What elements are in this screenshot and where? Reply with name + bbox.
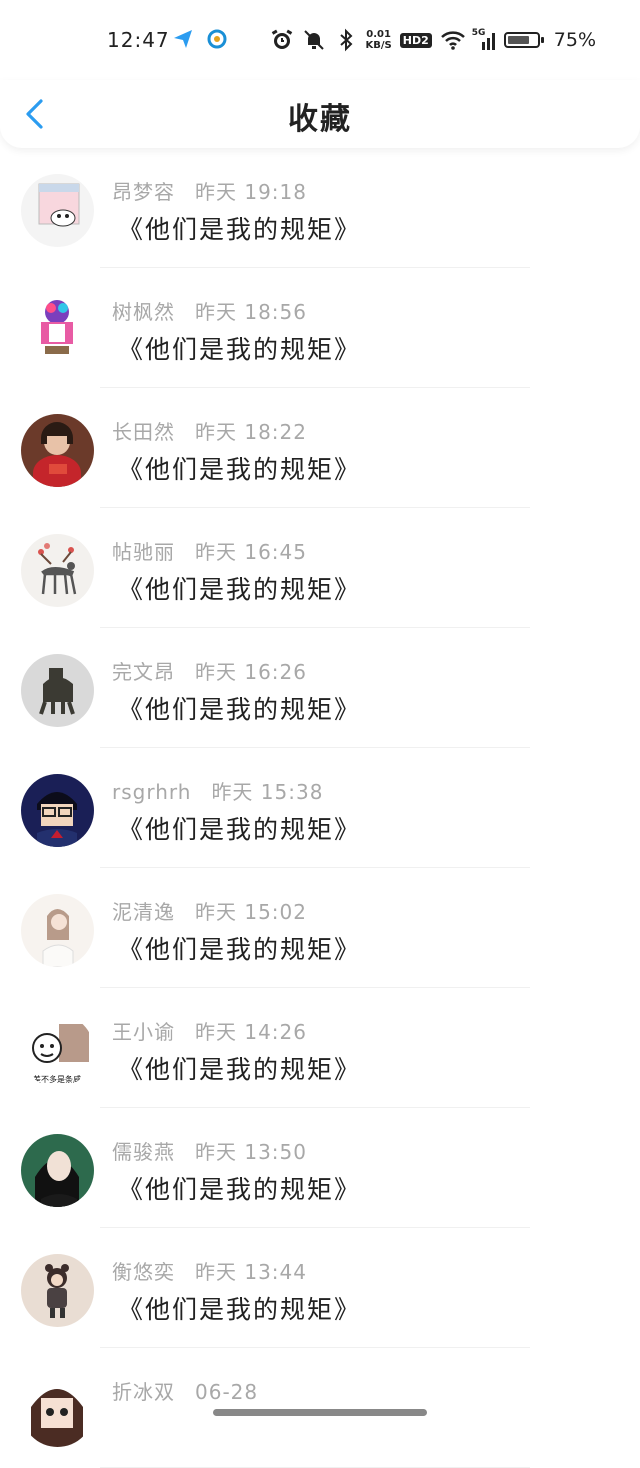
- item-meta: 衡悠奕 昨天 13:44: [112, 1256, 307, 1285]
- user-name: rsgrhrh: [112, 780, 192, 804]
- favorite-item[interactable]: 长田然 昨天 18:22 《他们是我的规矩》: [0, 388, 640, 508]
- status-right: 0.01 KB/S HD2 5G 75%: [270, 26, 596, 54]
- favorite-content: 《他们是我的规矩》: [118, 575, 362, 604]
- user-name: 王小谕: [112, 1020, 175, 1044]
- battery-icon: [503, 32, 544, 48]
- favorite-item[interactable]: 差不多是条咸 王小谕 昨天 14:26 《他们是我的规矩》: [0, 988, 640, 1108]
- user-name: 完文昂: [112, 660, 175, 684]
- timestamp: 06-28: [195, 1380, 259, 1404]
- item-meta: 昂梦容 昨天 19:18: [112, 176, 307, 205]
- status-bar: 12:47 0.01 KB/S HD2 5G 75%: [0, 0, 640, 80]
- item-meta: 树枫然 昨天 18:56: [112, 296, 307, 325]
- favorite-item[interactable]: 儒骏燕 昨天 13:50 《他们是我的规矩》: [0, 1108, 640, 1228]
- favorite-content: 《他们是我的规矩》: [118, 935, 362, 964]
- user-name: 树枫然: [112, 300, 175, 324]
- hd-badge: HD2: [399, 32, 432, 48]
- user-name: 帖驰丽: [112, 540, 175, 564]
- svg-text:差不多是条咸: 差不多是条咸: [33, 1074, 81, 1084]
- page-title: 收藏: [288, 102, 352, 137]
- avatar[interactable]: 差不多是条咸: [21, 1014, 94, 1087]
- timestamp: 昨天 18:56: [195, 300, 307, 324]
- item-meta: 长田然 昨天 18:22: [112, 416, 307, 445]
- avatar[interactable]: [21, 654, 94, 727]
- mute-bell-icon: [302, 28, 326, 52]
- favorite-item[interactable]: 折冰双 06-28: [0, 1348, 640, 1468]
- alarm-icon: [270, 28, 294, 52]
- avatar[interactable]: [21, 1374, 94, 1447]
- user-name: 折冰双: [112, 1380, 175, 1404]
- item-meta: 完文昂 昨天 16:26: [112, 656, 307, 685]
- send-app-icon: [172, 28, 194, 50]
- bluetooth-icon: [334, 28, 358, 52]
- favorite-content: 《他们是我的规矩》: [118, 335, 362, 364]
- avatar[interactable]: [21, 1254, 94, 1327]
- timestamp: 昨天 14:26: [195, 1020, 307, 1044]
- avatar[interactable]: [21, 294, 94, 367]
- avatar[interactable]: [21, 534, 94, 607]
- favorite-item[interactable]: 树枫然 昨天 18:56 《他们是我的规矩》: [0, 268, 640, 388]
- nav-header: 收藏: [0, 80, 640, 148]
- favorite-item[interactable]: rsgrhrh 昨天 15:38 《他们是我的规矩》: [0, 748, 640, 868]
- favorite-content: 《他们是我的规矩》: [118, 1295, 362, 1324]
- favorite-content: 《他们是我的规矩》: [118, 695, 362, 724]
- favorite-content: 《他们是我的规矩》: [118, 215, 362, 244]
- favorite-item[interactable]: 完文昂 昨天 16:26 《他们是我的规矩》: [0, 628, 640, 748]
- avatar[interactable]: [21, 894, 94, 967]
- item-meta: 折冰双 06-28: [112, 1376, 258, 1405]
- avatar[interactable]: [21, 414, 94, 487]
- item-meta: 王小谕 昨天 14:26: [112, 1016, 307, 1045]
- user-name: 衡悠奕: [112, 1260, 175, 1284]
- timestamp: 昨天 13:50: [195, 1140, 307, 1164]
- item-meta: 儒骏燕 昨天 13:50: [112, 1136, 307, 1165]
- avatar[interactable]: [21, 1134, 94, 1207]
- net-rate: 0.01 KB/S: [365, 29, 392, 51]
- favorite-item[interactable]: 昂梦容 昨天 19:18 《他们是我的规矩》: [0, 148, 640, 268]
- favorite-item[interactable]: 帖驰丽 昨天 16:45 《他们是我的规矩》: [0, 508, 640, 628]
- home-indicator[interactable]: [213, 1409, 427, 1416]
- favorite-content: 《他们是我的规矩》: [118, 455, 362, 484]
- favorite-content: 《他们是我的规矩》: [118, 1055, 362, 1084]
- timestamp: 昨天 18:22: [195, 420, 307, 444]
- user-name: 泥清逸: [112, 900, 175, 924]
- item-meta: rsgrhrh 昨天 15:38: [112, 776, 323, 805]
- favorite-item[interactable]: 衡悠奕 昨天 13:44 《他们是我的规矩》: [0, 1228, 640, 1348]
- timestamp: 昨天 16:45: [195, 540, 307, 564]
- favorites-list: 昂梦容 昨天 19:18 《他们是我的规矩》 树枫然 昨天 18:56 《他们是我的规矩》…: [0, 148, 640, 1468]
- favorite-content: 《他们是我的规矩》: [118, 815, 362, 844]
- mobile-app-icon: [206, 28, 228, 50]
- item-meta: 帖驰丽 昨天 16:45: [112, 536, 307, 565]
- user-name: 长田然: [112, 420, 175, 444]
- wifi-icon: [440, 28, 465, 52]
- avatar[interactable]: [21, 774, 94, 847]
- user-name: 儒骏燕: [112, 1140, 175, 1164]
- timestamp: 昨天 19:18: [195, 180, 307, 204]
- signal-icon: 5G: [472, 28, 496, 52]
- avatar[interactable]: [21, 174, 94, 247]
- timestamp: 昨天 16:26: [195, 660, 307, 684]
- status-time: 12:47: [107, 28, 170, 52]
- favorite-item[interactable]: 泥清逸 昨天 15:02 《他们是我的规矩》: [0, 868, 640, 988]
- timestamp: 昨天 15:02: [195, 900, 307, 924]
- battery-percent: 75%: [553, 29, 596, 51]
- user-name: 昂梦容: [112, 180, 175, 204]
- timestamp: 昨天 15:38: [211, 780, 324, 804]
- favorite-content: 《他们是我的规矩》: [118, 1175, 362, 1204]
- item-meta: 泥清逸 昨天 15:02: [112, 896, 307, 925]
- timestamp: 昨天 13:44: [195, 1260, 307, 1284]
